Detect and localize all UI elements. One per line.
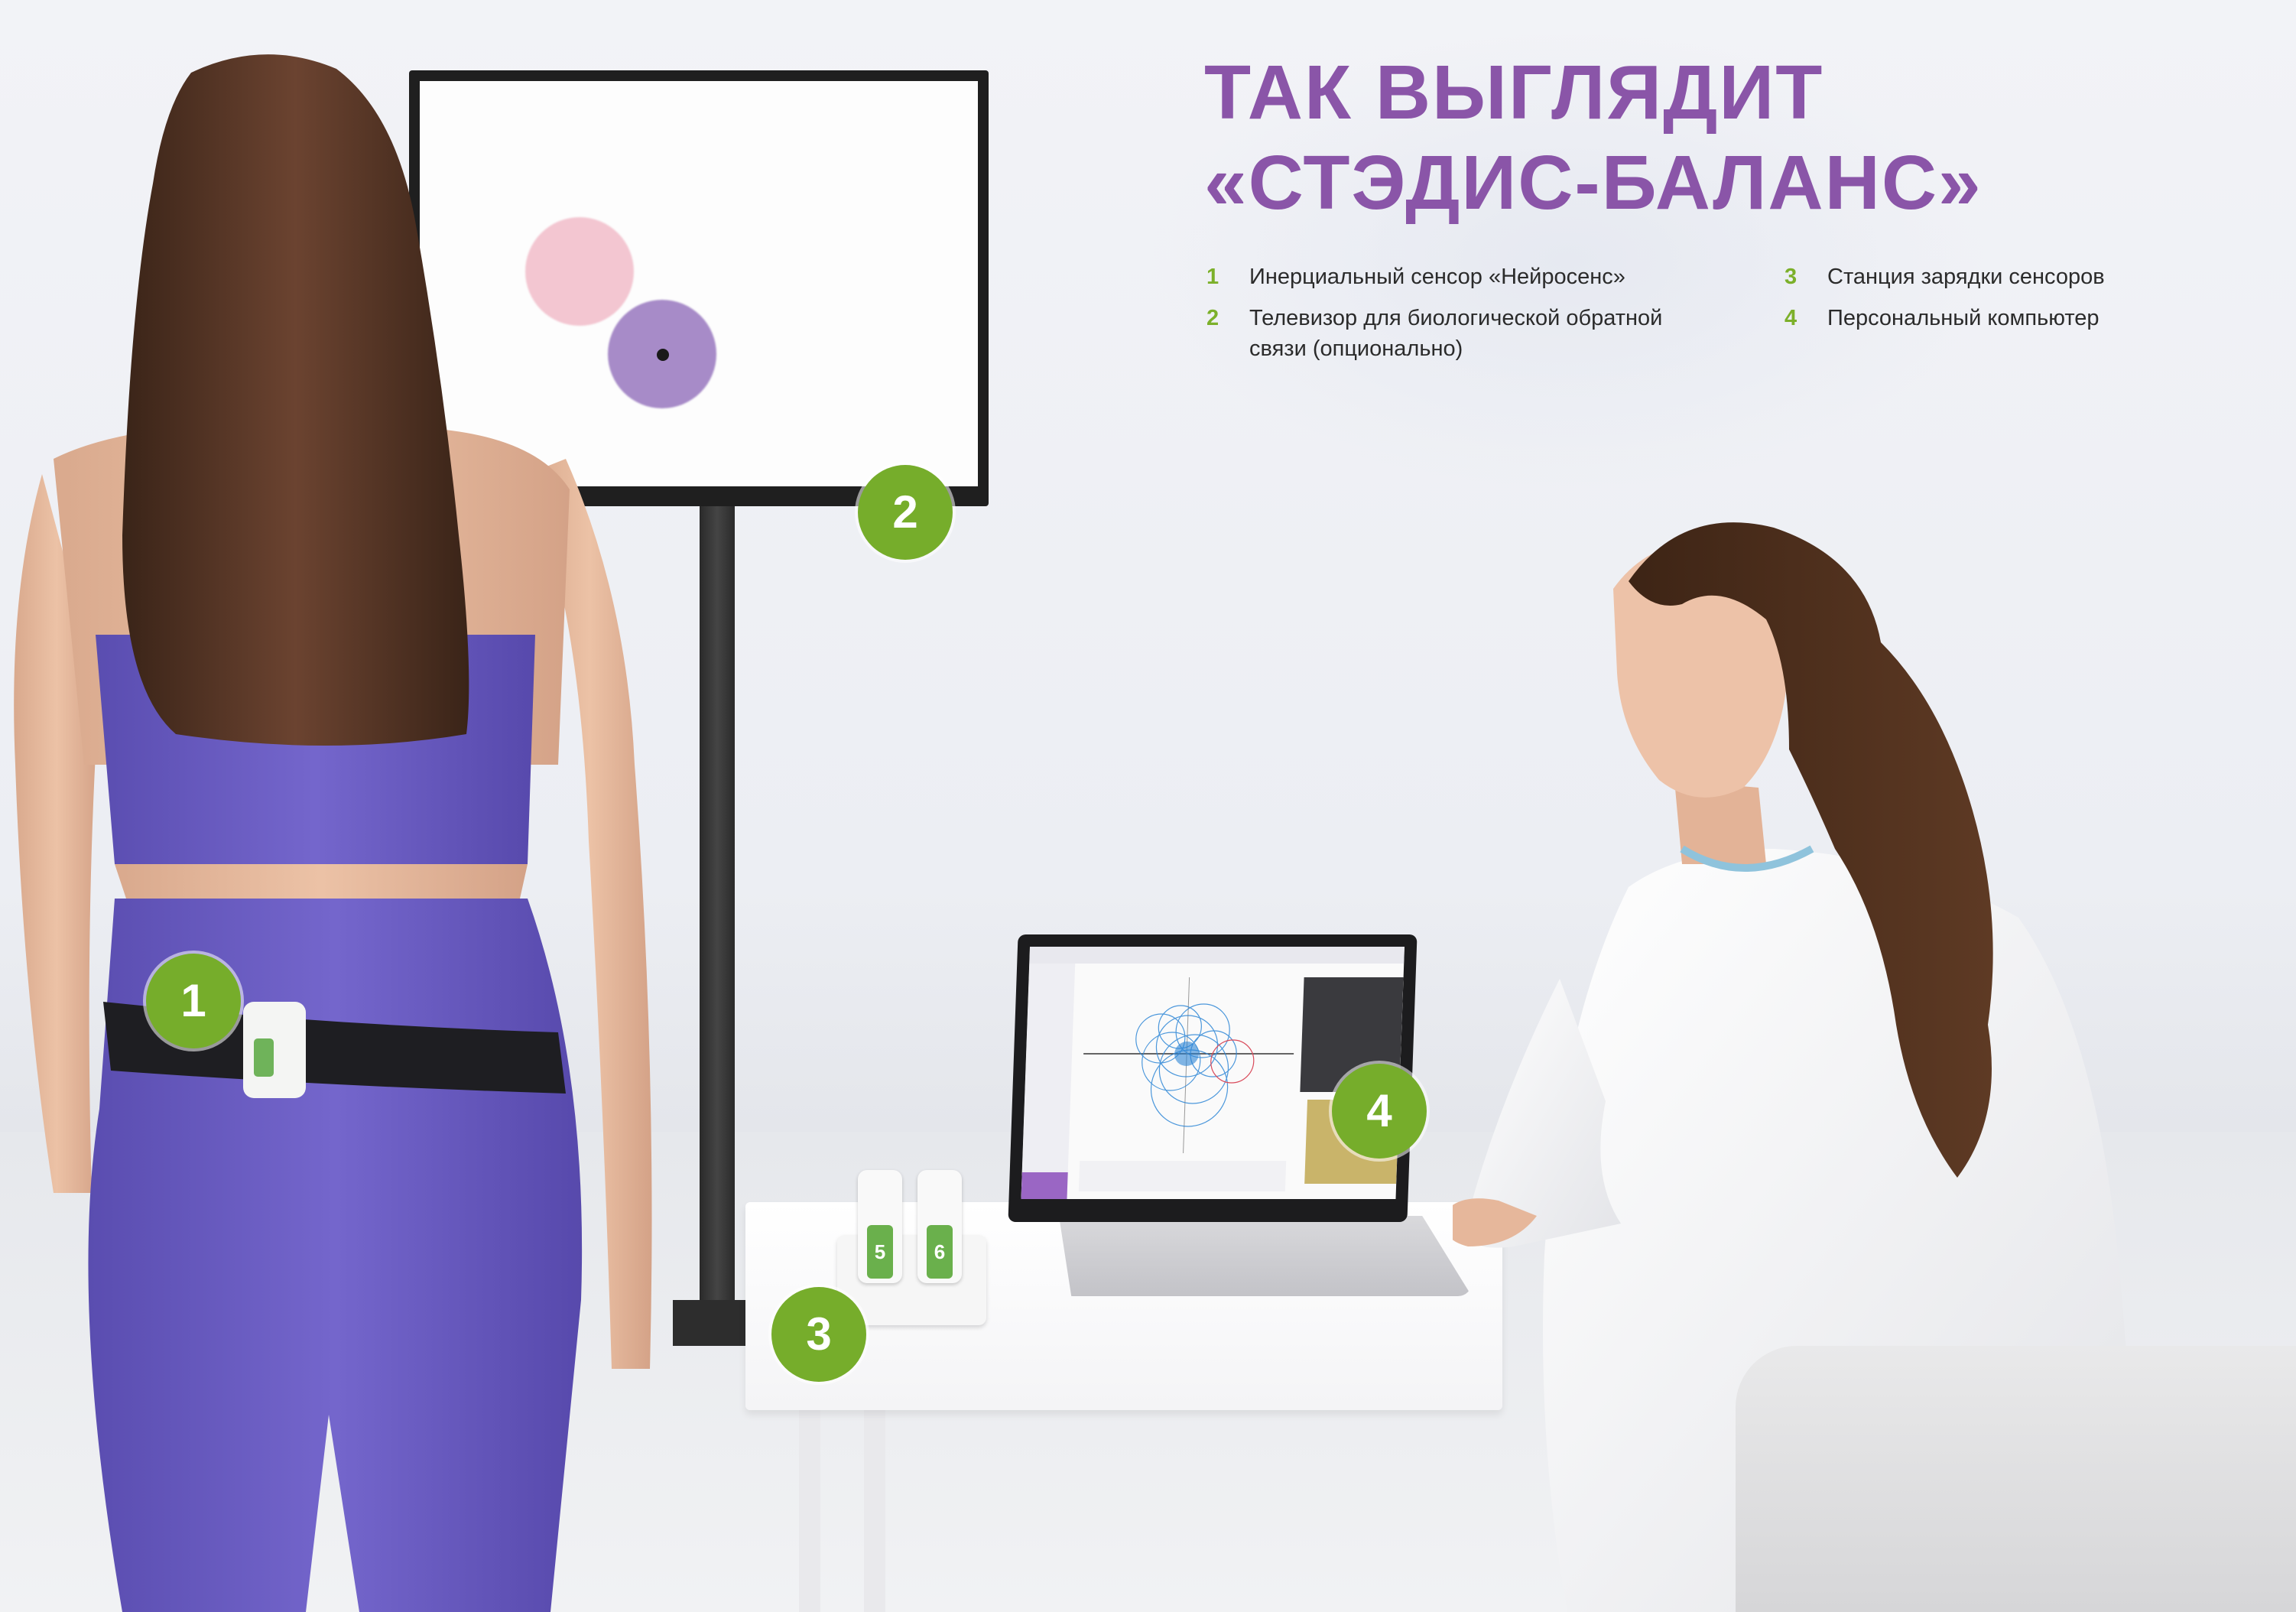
sensor-label: 6 xyxy=(927,1225,953,1279)
sensor-6: 6 xyxy=(917,1170,962,1283)
laptop-keyboard xyxy=(1059,1216,1472,1296)
table-leg xyxy=(864,1399,885,1612)
badge-1: 1 xyxy=(146,954,241,1048)
title-line-2: «СТЭДИС-БАЛАНС» xyxy=(1204,140,1983,226)
title-line-1: ТАК ВЫГЛЯДИТ xyxy=(1204,50,1824,135)
badge-3: 3 xyxy=(771,1287,866,1382)
legend-column-left: 1 Инерциальный сенсор «Нейросенс» 2 Теле… xyxy=(1206,262,1708,375)
chair xyxy=(1736,1346,2296,1612)
laptop-screen xyxy=(1021,947,1405,1199)
legend-number: 2 xyxy=(1206,306,1219,330)
legend-item: 2 Телевизор для биологической обратной с… xyxy=(1206,303,1708,364)
legend-text: Персональный компьютер xyxy=(1827,306,2100,330)
legend-text: Телевизор для биологической обратной свя… xyxy=(1249,306,1663,361)
legend-text: Инерциальный сенсор «Нейросенс» xyxy=(1249,265,1625,289)
badge-4: 4 xyxy=(1332,1064,1427,1159)
legend-item: 3 Станция зарядки сенсоров xyxy=(1785,262,2255,292)
software-window xyxy=(1021,947,1405,1199)
legend-text: Станция зарядки сенсоров xyxy=(1827,265,2105,289)
page-title: ТАК ВЫГЛЯДИТ «СТЭДИС-БАЛАНС» xyxy=(1204,47,2198,228)
legend-item: 1 Инерциальный сенсор «Нейросенс» xyxy=(1206,262,1708,292)
patient-figure xyxy=(14,54,652,1612)
sensor-label: 5 xyxy=(867,1225,893,1279)
table-leg xyxy=(799,1399,820,1612)
legend-column-right: 3 Станция зарядки сенсоров 4 Персональны… xyxy=(1785,262,2255,344)
legend-number: 1 xyxy=(1206,265,1219,289)
legend-number: 4 xyxy=(1785,306,1798,330)
sensor-5: 5 xyxy=(858,1170,902,1283)
badge-2: 2 xyxy=(858,465,953,560)
legend-number: 3 xyxy=(1785,265,1798,289)
legend-item: 4 Персональный компьютер xyxy=(1785,303,2255,333)
